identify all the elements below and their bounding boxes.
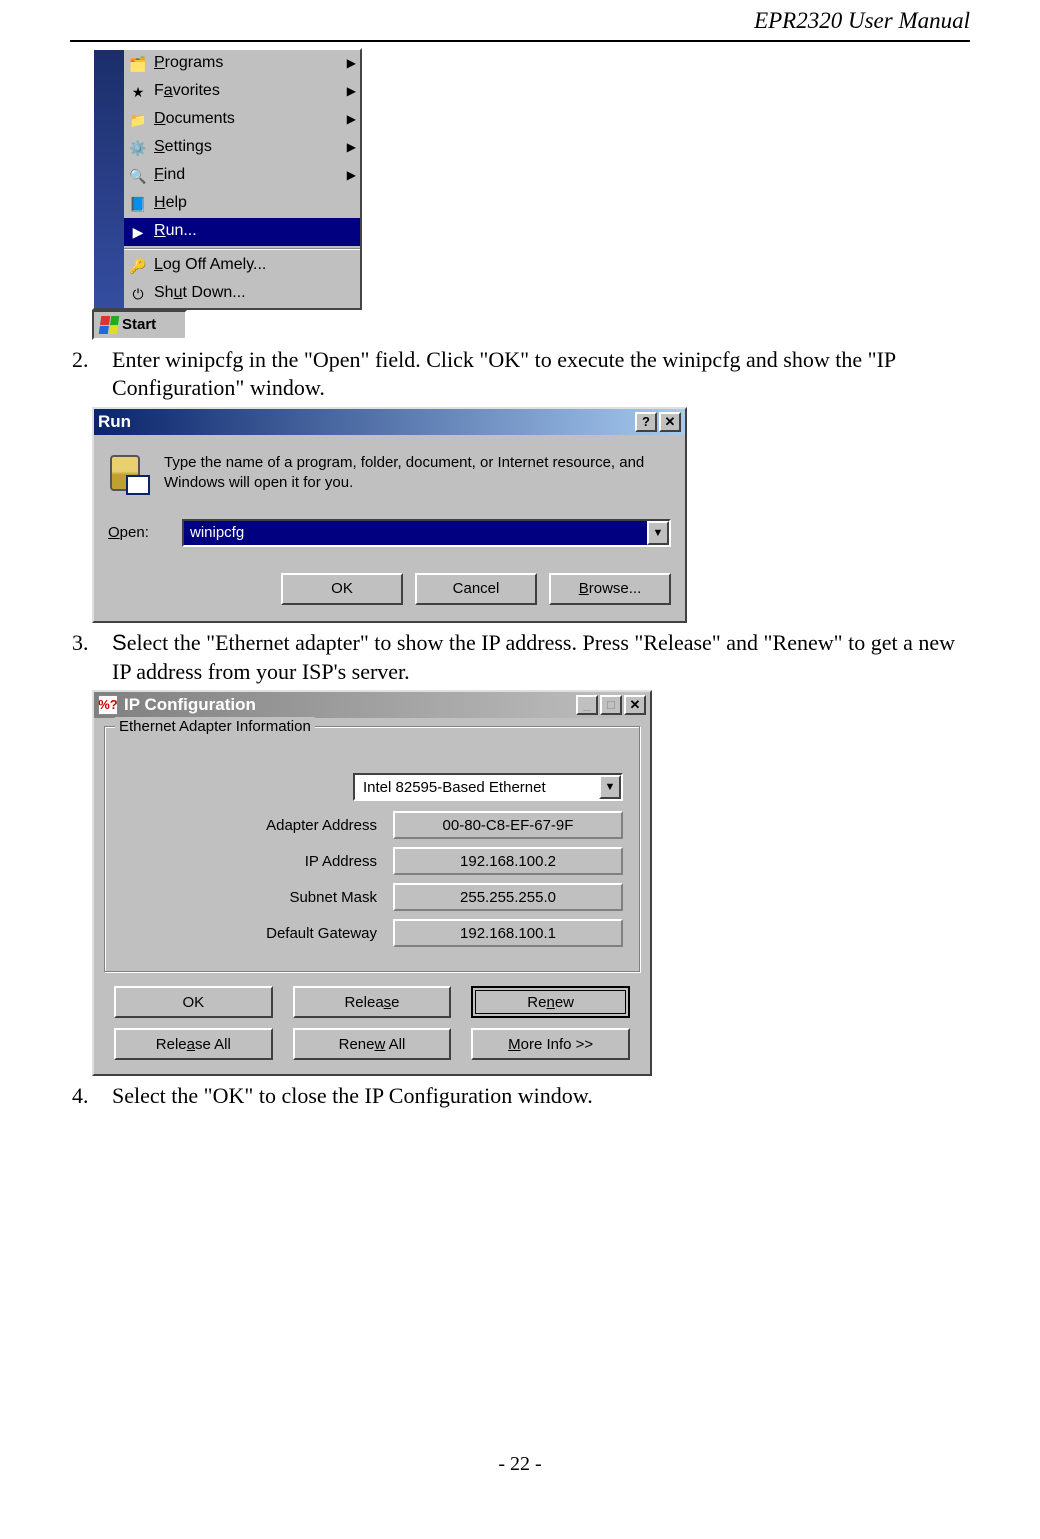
submenu-arrow-icon: ▶: [347, 140, 356, 156]
step-3-num: 3.: [70, 629, 104, 686]
step-2-text: Enter winipcfg in the "Open" field. Clic…: [112, 346, 970, 403]
ipcfg-title-icon: %?: [98, 695, 118, 715]
step-3: 3. Select the "Ethernet adapter" to show…: [70, 629, 970, 686]
browse-button[interactable]: Browse...: [549, 573, 671, 605]
close-button[interactable]: ✕: [624, 695, 646, 715]
documents-icon: 📁: [128, 110, 148, 130]
renew-button[interactable]: Renew: [471, 986, 630, 1018]
shutdown-icon: ⏻: [128, 284, 148, 304]
start-menu-item[interactable]: 🔑 Log Off Amely...: [124, 252, 360, 280]
run-title: Run: [98, 411, 131, 433]
start-menu-item-label: Find: [154, 165, 185, 186]
help-icon: 📘: [128, 194, 148, 214]
start-menu-item-label: Programs: [154, 53, 223, 74]
open-field-value[interactable]: winipcfg: [184, 521, 647, 545]
programs-icon: 🗂️: [128, 54, 148, 74]
start-menu-figure: 🗂️ Programs ▶ ★ Favorites ▶ 📁 Documents ▶ ⚙️ Setti…: [92, 48, 970, 340]
start-menu-item[interactable]: ⚙️ Settings ▶: [124, 134, 360, 162]
submenu-arrow-icon: ▶: [347, 56, 356, 72]
step-2-num: 2.: [70, 346, 104, 403]
default-gateway-value: 192.168.100.1: [393, 919, 623, 947]
subnet-mask-label: Subnet Mask: [121, 888, 381, 908]
cancel-button[interactable]: Cancel: [415, 573, 537, 605]
start-menu-item[interactable]: 🗂️ Programs ▶: [124, 50, 360, 78]
submenu-arrow-icon: ▶: [347, 168, 356, 184]
open-label: Open:: [108, 523, 164, 543]
release-button[interactable]: Release: [293, 986, 452, 1018]
start-menu-item[interactable]: ★ Favorites ▶: [124, 78, 360, 106]
ip-address-value: 192.168.100.2: [393, 847, 623, 875]
start-button-label: Start: [122, 315, 156, 335]
settings-icon: ⚙️: [128, 138, 148, 158]
default-gateway-label: Default Gateway: [121, 924, 381, 944]
adapter-combobox[interactable]: Intel 82595-Based Ethernet ▼: [353, 773, 623, 801]
start-menu-item[interactable]: ⏻ Shut Down...: [124, 280, 360, 308]
start-menu-item-label: Documents: [154, 109, 235, 130]
more-info-button[interactable]: More Info >>: [471, 1028, 630, 1060]
groupbox-title: Ethernet Adapter Information: [115, 717, 315, 737]
windows-logo-icon: [99, 316, 120, 334]
step-4: 4. Select the "OK" to close the IP Confi…: [70, 1082, 970, 1111]
run-titlebar: Run ? ✕: [94, 409, 685, 435]
run-dialog: Run ? ✕ Type the name of a program, fold…: [92, 407, 687, 623]
start-button[interactable]: Start: [92, 310, 187, 340]
adapter-address-value: 00-80-C8-EF-67-9F: [393, 811, 623, 839]
help-button[interactable]: ?: [635, 412, 657, 432]
page-header: EPR2320 User Manual: [70, 0, 970, 42]
menu-separator: [124, 248, 360, 250]
maximize-button: □: [600, 695, 622, 715]
ip-address-label: IP Address: [121, 852, 381, 872]
release-all-button[interactable]: Release All: [114, 1028, 273, 1060]
ethernet-adapter-groupbox: Ethernet Adapter Information Intel 82595…: [104, 726, 640, 972]
start-menu-item[interactable]: 🔍 Find ▶: [124, 162, 360, 190]
ok-button[interactable]: OK: [281, 573, 403, 605]
ipcfg-title: IP Configuration: [124, 694, 256, 716]
submenu-arrow-icon: ▶: [347, 84, 356, 100]
ipcfg-titlebar: %? IP Configuration _ □ ✕: [94, 692, 650, 718]
step-4-text: Select the "OK" to close the IP Configur…: [112, 1082, 970, 1111]
start-menu-item-label: Shut Down...: [154, 283, 246, 304]
ip-configuration-dialog: %? IP Configuration _ □ ✕ Ethernet Adapt…: [92, 690, 652, 1076]
find-icon: 🔍: [128, 166, 148, 186]
start-menu-item[interactable]: 📘 Help: [124, 190, 360, 218]
page-number: - 22 -: [498, 1453, 541, 1475]
minimize-button[interactable]: _: [576, 695, 598, 715]
start-menu-banner: [94, 50, 124, 308]
submenu-arrow-icon: ▶: [347, 112, 356, 128]
ok-button[interactable]: OK: [114, 986, 273, 1018]
open-combobox[interactable]: winipcfg ▼: [182, 519, 671, 547]
start-menu-item-label: Favorites: [154, 81, 220, 102]
step-3-text: Select the "Ethernet adapter" to show th…: [112, 629, 970, 686]
start-menu-item-label: Log Off Amely...: [154, 255, 266, 276]
renew-all-button[interactable]: Renew All: [293, 1028, 452, 1060]
run-dialog-icon: [108, 453, 150, 495]
start-menu-item-label: Settings: [154, 137, 212, 158]
logoff-icon: 🔑: [128, 256, 148, 276]
dropdown-icon[interactable]: ▼: [647, 521, 669, 545]
start-menu-item-label: Run...: [154, 221, 197, 242]
adapter-value: Intel 82595-Based Ethernet: [355, 775, 599, 799]
page-footer: - 22 -: [70, 1451, 970, 1477]
start-menu-item[interactable]: ▶ Run...: [124, 218, 360, 246]
favorites-icon: ★: [128, 82, 148, 102]
close-button[interactable]: ✕: [659, 412, 681, 432]
start-menu-item-label: Help: [154, 193, 187, 214]
step-4-num: 4.: [70, 1082, 104, 1111]
run-description: Type the name of a program, folder, docu…: [164, 453, 671, 492]
subnet-mask-value: 255.255.255.0: [393, 883, 623, 911]
run-icon: ▶: [128, 222, 148, 242]
doc-title: EPR2320 User Manual: [754, 8, 970, 33]
step-2: 2. Enter winipcfg in the "Open" field. C…: [70, 346, 970, 403]
start-menu: 🗂️ Programs ▶ ★ Favorites ▶ 📁 Documents ▶ ⚙️ Setti…: [92, 48, 362, 310]
start-menu-item[interactable]: 📁 Documents ▶: [124, 106, 360, 134]
dropdown-icon[interactable]: ▼: [599, 775, 621, 799]
adapter-address-label: Adapter Address: [121, 816, 381, 836]
